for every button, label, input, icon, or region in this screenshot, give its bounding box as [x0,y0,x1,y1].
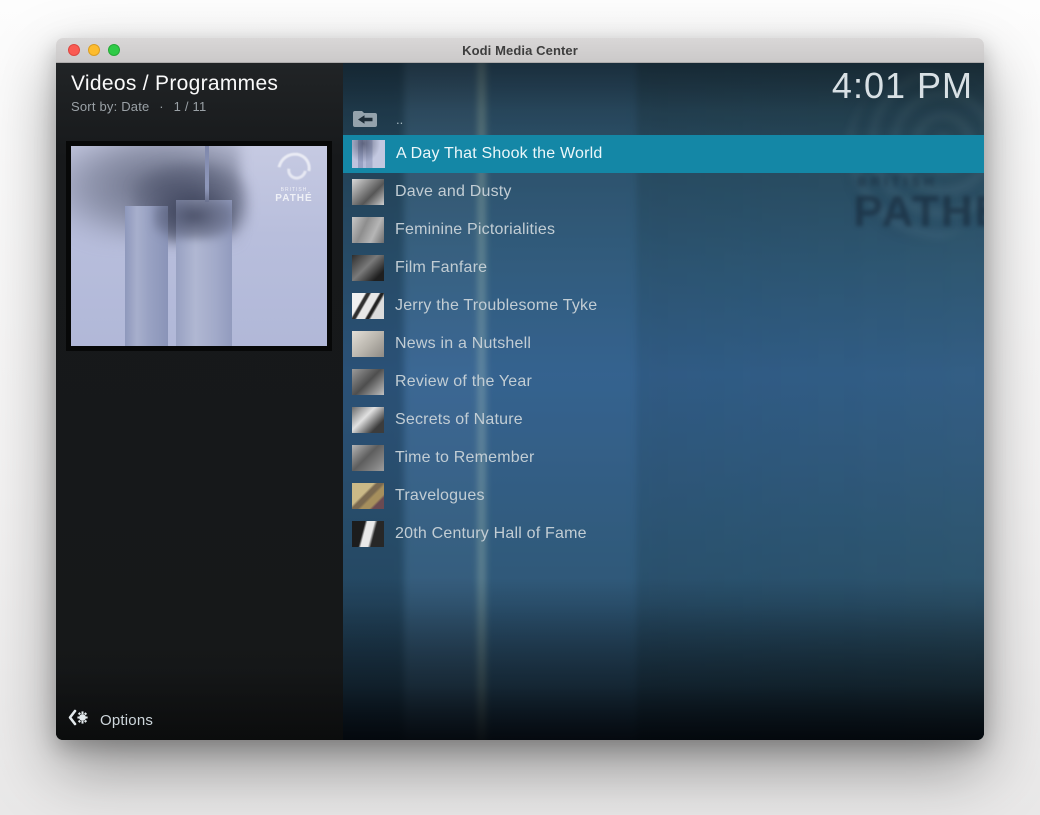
folder-up-icon [352,109,378,129]
list-item[interactable]: News in a Nutshell [343,325,984,363]
item-label: Secrets of Nature [395,411,523,429]
item-thumbnail [352,445,384,471]
item-thumbnail [352,407,384,433]
options-label: Options [100,712,153,729]
item-label: Travelogues [395,487,485,505]
item-thumbnail [352,179,384,205]
item-label: Feminine Pictorialities [395,221,555,239]
item-label: Review of the Year [395,373,532,391]
clock: 4:01 PM [832,65,973,107]
list-item[interactable]: Time to Remember [343,439,984,477]
list-item[interactable]: Jerry the Troublesome Tyke [343,287,984,325]
list-item[interactable]: 20th Century Hall of Fame [343,515,984,553]
list-item[interactable]: Travelogues [343,477,984,515]
pathe-logo-large-text: PATHÉ [266,193,322,204]
item-label: Film Fanfare [395,259,487,277]
sort-status: Sort by: Date · 1 / 11 [71,99,343,114]
view-header: Videos / Programmes Sort by: Date · 1 / … [56,63,343,114]
options-gear-icon [68,709,89,731]
window-title: Kodi Media Center [462,43,578,58]
page-title: Videos / Programmes [71,72,343,96]
list-items: A Day That Shook the World Dave and Dusty… [343,135,984,553]
content-panel: BRITISH PATHÉ 4:01 PM .. [343,63,984,740]
sidebar: Videos / Programmes Sort by: Date · 1 / … [56,63,343,740]
item-thumbnail [352,293,384,319]
zoom-button[interactable] [108,44,120,56]
item-label: Jerry the Troublesome Tyke [395,297,597,315]
list-item[interactable]: Film Fanfare [343,249,984,287]
desktop: Kodi Media Center Videos / Programmes So… [0,0,1040,815]
pathe-rooster-icon [271,146,317,192]
item-label: 20th Century Hall of Fame [395,525,587,543]
options-button[interactable]: Options [68,709,153,731]
sort-separator: · [159,99,164,114]
list-item[interactable]: Secrets of Nature [343,401,984,439]
item-label: A Day That Shook the World [396,145,603,163]
titlebar[interactable]: Kodi Media Center [56,38,984,63]
item-thumbnail [352,140,385,168]
poster-image: BRITISH PATHÉ [71,146,327,346]
item-position: 1 / 11 [174,99,207,114]
item-thumbnail [352,369,384,395]
list-item-parent[interactable]: .. [343,103,984,135]
item-thumbnail [352,255,384,281]
pathe-logo: BRITISH PATHÉ [266,151,322,205]
item-label: News in a Nutshell [395,335,531,353]
list-item[interactable]: Review of the Year [343,363,984,401]
list-item[interactable]: A Day That Shook the World [343,135,984,173]
item-thumbnail [352,331,384,357]
focused-item-poster: BRITISH PATHÉ [66,141,332,351]
list-item[interactable]: Dave and Dusty [343,173,984,211]
item-label: Time to Remember [395,449,535,467]
minimize-button[interactable] [88,44,100,56]
parent-item-label: .. [396,112,403,127]
traffic-lights [68,38,120,62]
item-thumbnail [352,521,384,547]
poster-impact-smoke [153,192,235,240]
list-item[interactable]: Feminine Pictorialities [343,211,984,249]
file-list: .. A Day That Shook the World Dave and Du… [343,103,984,553]
sort-by-label[interactable]: Sort by: Date [71,99,149,114]
kodi-window: Kodi Media Center Videos / Programmes So… [56,38,984,740]
close-button[interactable] [68,44,80,56]
item-label: Dave and Dusty [395,183,512,201]
item-thumbnail [352,217,384,243]
kodi-app-body: Videos / Programmes Sort by: Date · 1 / … [56,63,984,740]
item-thumbnail [352,483,384,509]
